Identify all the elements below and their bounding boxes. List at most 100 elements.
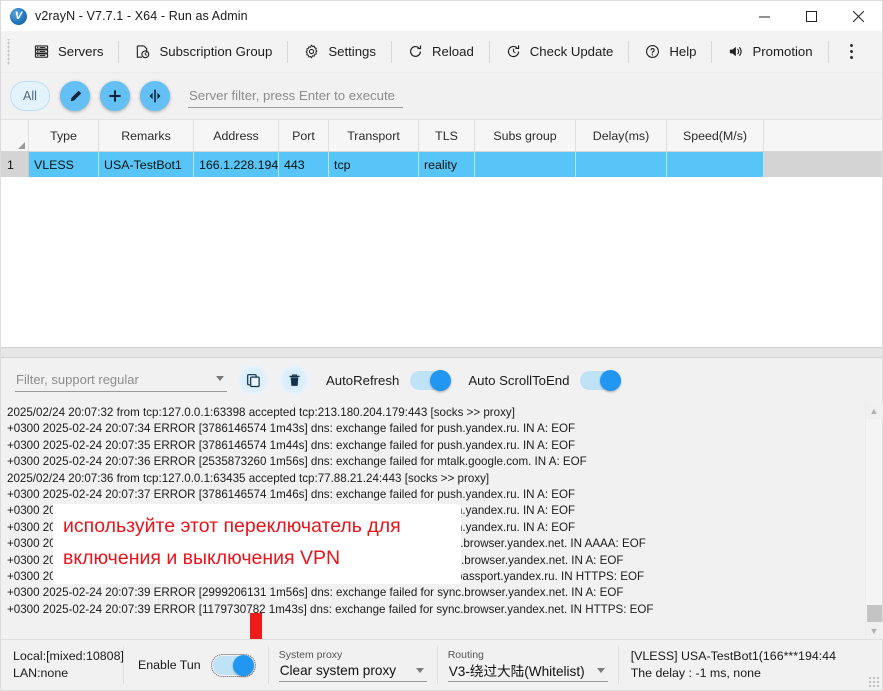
subscription-group-icon: [134, 43, 151, 60]
toolbar-label: Help: [669, 44, 697, 59]
cell-tls: reality: [419, 152, 475, 177]
cell-trailing: [764, 152, 882, 177]
routing-combobox[interactable]: [447, 661, 608, 682]
column-header-speed[interactable]: Speed(M/s): [667, 120, 764, 151]
auto-scroll-toggle[interactable]: [580, 369, 622, 391]
routing-group: Routing: [438, 640, 618, 690]
server-filter-input[interactable]: [188, 84, 403, 108]
arrow-up-icon[interactable]: ▲: [865, 402, 883, 419]
chevron-down-icon: [216, 375, 224, 381]
log-line: +0300 2025-02-24 20:07:38 ERROR [1179730…: [7, 537, 646, 551]
toolbar-label: Subscription Group: [159, 44, 273, 59]
app-logo-icon: V: [10, 7, 27, 25]
local-info: Local:[mixed:10808] LAN:none: [1, 640, 124, 690]
log-line: +0300 2025-02-24 20:07:37 ERROR [3786146…: [7, 487, 576, 501]
delay-text: The delay : -1 ms, none: [630, 666, 761, 680]
toolbar-item-help[interactable]: Help: [629, 36, 711, 68]
toolbar-grip[interactable]: [5, 38, 12, 65]
cell-address: 166.1.228.194: [194, 152, 279, 177]
chevron-down-icon: [415, 667, 424, 673]
toolbar-item-promotion[interactable]: Promotion: [712, 36, 827, 68]
log-filter-input[interactable]: [15, 368, 227, 392]
cell-transport: tcp: [329, 152, 419, 177]
measure-servers-button[interactable]: [140, 81, 170, 111]
speaker-icon: [727, 43, 744, 60]
panel-splitter[interactable]: [1, 347, 882, 358]
log-line: +0300 2025-02-24 20:07:36 ERROR [2535873…: [7, 455, 587, 469]
system-proxy-caption: System proxy: [278, 648, 343, 661]
auto-refresh-toggle[interactable]: [410, 369, 452, 391]
log-line: +0300 2025-02-24 20:07:34 ERROR [3786146…: [7, 422, 576, 436]
toggle-knob: [232, 654, 254, 676]
connection-info: [VLESS] USA-TestBot1(166***194:44 The de…: [619, 640, 882, 690]
log-line: +0300 2025-02-24 20:07:38 ERROR [2999206…: [7, 553, 624, 567]
toggle-knob: [430, 369, 452, 391]
close-button[interactable]: [835, 1, 882, 31]
lan-text: LAN:none: [13, 666, 69, 680]
log-line: +0300 2025-02-24 20:07:37 ERROR [3786146…: [7, 504, 576, 518]
log-body: 2025/02/24 20:07:32 from tcp:127.0.0.1:6…: [1, 402, 883, 639]
auto-scroll-label: Auto ScrollToEnd: [468, 372, 570, 388]
clear-log-button[interactable]: [279, 365, 309, 395]
log-output[interactable]: 2025/02/24 20:07:32 from tcp:127.0.0.1:6…: [1, 402, 865, 639]
system-proxy-value[interactable]: [278, 661, 427, 682]
auto-refresh-label: AutoRefresh: [326, 372, 400, 388]
routing-value[interactable]: [447, 661, 608, 682]
cell-subs-group: [475, 152, 576, 177]
table-header-row: Type Remarks Address Port Transport TLS …: [1, 120, 882, 152]
column-header-delay[interactable]: Delay(ms): [576, 120, 667, 151]
gear-icon: [303, 43, 320, 60]
minimize-button[interactable]: [741, 1, 788, 31]
scrollbar-thumb[interactable]: [866, 605, 882, 622]
column-header-type[interactable]: Type: [29, 120, 99, 151]
toolbar-label: Reload: [431, 44, 474, 59]
edit-server-button[interactable]: [60, 81, 90, 111]
check-update-icon: [505, 43, 522, 60]
servers-icon: [33, 43, 50, 60]
cell-type: VLESS: [29, 152, 99, 177]
toolbar-label: Settings: [328, 44, 376, 59]
enable-tun-label: Enable Tun: [138, 657, 201, 672]
table-row[interactable]: 1 VLESS USA-TestBot1 166.1.228.194 443 t…: [1, 152, 882, 177]
select-all-corner[interactable]: [1, 120, 29, 151]
add-server-button[interactable]: [100, 81, 130, 111]
enable-tun-toggle[interactable]: [210, 653, 256, 677]
log-filter-combobox[interactable]: [15, 368, 227, 392]
copy-log-button[interactable]: [238, 365, 268, 395]
more-vertical-icon[interactable]: [837, 37, 867, 67]
log-scrollbar[interactable]: ▲ ▼: [865, 402, 883, 639]
status-bar: Local:[mixed:10808] LAN:none Enable Tun …: [1, 639, 882, 690]
toolbar-divider: [827, 40, 829, 63]
system-proxy-combobox[interactable]: [278, 661, 427, 682]
column-header-subs-group[interactable]: Subs group: [475, 120, 576, 151]
toolbar-item-settings[interactable]: Settings: [288, 36, 391, 68]
cell-speed: [667, 152, 764, 177]
maximize-button[interactable]: [788, 1, 835, 31]
arrow-down-icon[interactable]: ▼: [865, 622, 883, 639]
toolbar-item-servers[interactable]: Servers: [18, 36, 118, 68]
server-filter-row: All: [1, 73, 882, 119]
column-header-tls[interactable]: TLS: [419, 120, 475, 151]
toggle-knob: [600, 369, 622, 391]
window-controls: [741, 1, 882, 31]
cell-remarks: USA-TestBot1: [99, 152, 194, 177]
connection-text: [VLESS] USA-TestBot1(166***194:44: [630, 649, 836, 663]
cell-delay: [576, 152, 667, 177]
toolbar-item-subscription-group[interactable]: Subscription Group: [119, 36, 287, 68]
server-table: Type Remarks Address Port Transport TLS …: [1, 119, 882, 347]
column-header-port[interactable]: Port: [279, 120, 329, 151]
toolbar-item-reload[interactable]: Reload: [392, 36, 489, 68]
group-chip-all[interactable]: All: [10, 81, 50, 111]
column-header-remarks[interactable]: Remarks: [99, 120, 194, 151]
main-toolbar: Servers Subscription Group Settings Relo…: [1, 31, 882, 73]
enable-tun-group: Enable Tun: [124, 640, 268, 690]
chevron-down-icon: [596, 667, 605, 673]
resize-grip[interactable]: [868, 676, 880, 688]
system-proxy-group: System proxy: [269, 640, 437, 690]
column-header-address[interactable]: Address: [194, 120, 279, 151]
toolbar-label: Promotion: [752, 44, 813, 59]
toolbar-item-check-update[interactable]: Check Update: [490, 36, 629, 68]
scrollbar-track[interactable]: [866, 419, 883, 622]
cell-port: 443: [279, 152, 329, 177]
column-header-transport[interactable]: Transport: [329, 120, 419, 151]
